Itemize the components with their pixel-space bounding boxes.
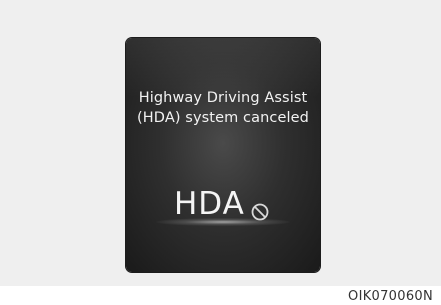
message-line-1: Highway Driving Assist	[138, 90, 308, 106]
cancel-circle-slash-icon	[251, 203, 269, 221]
cluster-display: Highway Driving Assist (HDA) system canc…	[126, 38, 320, 272]
message-line-2: (HDA) system canceled	[137, 110, 309, 126]
hda-indicator-text: HDA	[174, 186, 245, 222]
figure-code: OIK070060N	[348, 289, 433, 304]
figure-background: Highway Driving Assist (HDA) system canc…	[0, 0, 441, 286]
hda-indicator: HDA	[174, 186, 284, 226]
